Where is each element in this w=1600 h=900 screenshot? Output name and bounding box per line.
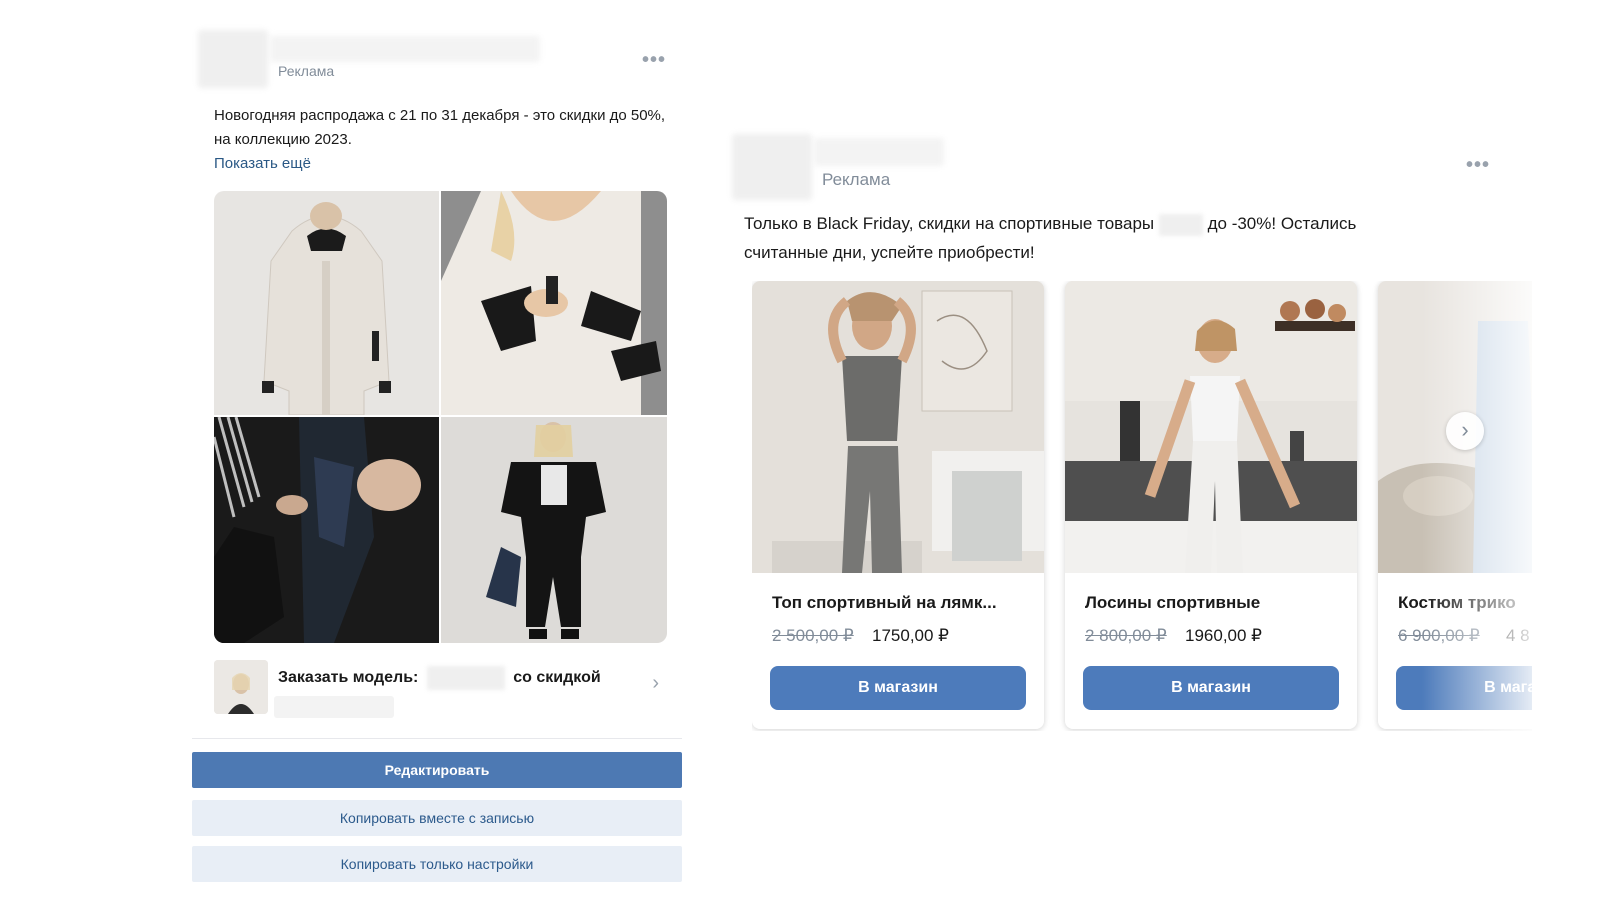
author-name-redacted[interactable] bbox=[270, 36, 540, 62]
promo-text-before: Заказать модель: bbox=[278, 669, 419, 687]
ad-post-right: Реклама ••• Только в Black Friday, скидк… bbox=[720, 0, 1600, 900]
divider bbox=[192, 738, 682, 739]
chevron-right-icon[interactable]: › bbox=[1446, 412, 1484, 450]
brand-redacted bbox=[1158, 213, 1203, 236]
shop-button[interactable]: В магазин bbox=[1083, 666, 1339, 710]
product-card[interactable]: Лосины спортивные 2 800,00 ₽ 1960,00 ₽ В… bbox=[1065, 281, 1357, 729]
more-horizontal-icon[interactable]: ••• bbox=[642, 50, 666, 70]
new-price: 1960,00 ₽ bbox=[1185, 626, 1262, 645]
product-card[interactable]: Топ спортивный на лямк... 2 500,00 ₽ 175… bbox=[752, 281, 1044, 729]
post-text: Новогодняя распродажа с 21 по 31 декабря… bbox=[214, 107, 666, 148]
white-jacket-photo[interactable] bbox=[214, 191, 439, 415]
black-coat-photo[interactable] bbox=[214, 417, 439, 643]
photo-grid bbox=[214, 191, 667, 643]
promo-thumbnail bbox=[214, 660, 268, 714]
carousel-fade bbox=[1422, 281, 1532, 731]
product-image bbox=[1065, 281, 1357, 573]
promo-text: Заказать модель: со скидкой bbox=[278, 666, 601, 690]
edit-button[interactable]: Редактировать bbox=[192, 752, 682, 788]
product-carousel: Топ спортивный на лямк... 2 500,00 ₽ 175… bbox=[752, 281, 1532, 731]
product-title: Лосины спортивные bbox=[1085, 593, 1261, 612]
post-text-part2: до -30%! Остались bbox=[1207, 214, 1357, 233]
black-outfit-photo[interactable] bbox=[441, 417, 667, 643]
chevron-right-icon[interactable]: › bbox=[652, 672, 659, 695]
more-horizontal-icon[interactable]: ••• bbox=[1466, 155, 1490, 175]
ad-post-left: Реклама ••• Новогодняя распродажа с 21 п… bbox=[0, 0, 700, 900]
product-title: Топ спортивный на лямк... bbox=[772, 593, 997, 612]
post-text-part1: Только в Black Friday, скидки на спортив… bbox=[744, 214, 1155, 233]
old-price: 2 500,00 ₽ bbox=[772, 626, 854, 645]
promo-link-row[interactable]: Заказать модель: со скидкой › bbox=[214, 660, 669, 720]
promo-text-after: со скидкой bbox=[513, 669, 601, 687]
shop-button[interactable]: В магазин bbox=[770, 666, 1026, 710]
ad-label: Реклама bbox=[278, 63, 335, 79]
avatar-redacted[interactable] bbox=[198, 30, 268, 88]
old-price: 2 800,00 ₽ bbox=[1085, 626, 1167, 645]
ad-label: Реклама bbox=[822, 170, 891, 189]
post-text-line2: считанные дни, успейте приобрести! bbox=[744, 243, 1035, 262]
post-text: Только в Black Friday, скидки на спортив… bbox=[744, 209, 1504, 267]
promo-subtitle-redacted bbox=[274, 696, 394, 718]
product-image bbox=[752, 281, 1044, 573]
jacket-closeup-photo[interactable] bbox=[441, 191, 667, 415]
show-more-link[interactable]: Показать ещё bbox=[214, 155, 311, 172]
new-price: 1750,00 ₽ bbox=[872, 626, 949, 645]
author-name-redacted[interactable] bbox=[814, 138, 944, 166]
avatar-redacted[interactable] bbox=[732, 134, 812, 200]
copy-with-post-button[interactable]: Копировать вместе с записью bbox=[192, 800, 682, 836]
promo-model-redacted bbox=[426, 666, 505, 690]
copy-settings-button[interactable]: Копировать только настройки bbox=[192, 846, 682, 882]
